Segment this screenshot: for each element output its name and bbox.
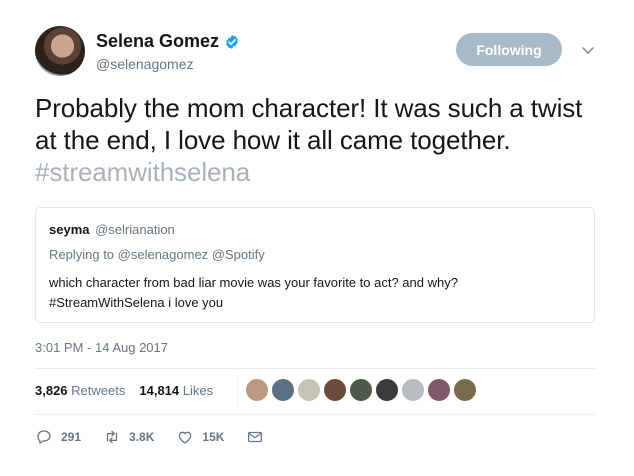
- replying-to: Replying to @selenagomez @Spotify: [49, 247, 265, 262]
- tweet-text: Probably the mom character! It was such …: [35, 92, 595, 188]
- divider: [35, 414, 595, 415]
- envelope-icon: [248, 431, 263, 443]
- retweets-label: Retweets: [71, 383, 126, 398]
- verified-badge-icon: [226, 34, 238, 49]
- likes-stat[interactable]: 14,814 Likes: [139, 383, 213, 398]
- liker-avatar[interactable]: [401, 378, 425, 402]
- liker-avatar[interactable]: [245, 378, 269, 402]
- quoted-handle[interactable]: @selrianation: [95, 222, 175, 237]
- chevron-down-icon[interactable]: [578, 40, 598, 60]
- liker-avatar[interactable]: [375, 378, 399, 402]
- quoted-text: which character from bad liar movie was …: [49, 273, 579, 313]
- divider: [35, 368, 595, 369]
- reply-action[interactable]: 291: [35, 428, 81, 446]
- avatar[interactable]: [35, 26, 85, 76]
- direct-message-action[interactable]: [246, 428, 264, 446]
- following-button[interactable]: Following: [456, 33, 562, 66]
- tweet-timestamp[interactable]: 3:01 PM - 14 Aug 2017: [35, 340, 168, 355]
- liker-avatar[interactable]: [453, 378, 477, 402]
- quoted-tweet[interactable]: seyma @selrianation Replying to @selenag…: [35, 207, 595, 323]
- quoted-text-line: #StreamWithSelena i love you: [49, 295, 224, 310]
- retweets-count: 3,826: [35, 383, 68, 398]
- likes-count: 14,814: [139, 383, 180, 398]
- retweet-icon: [106, 430, 118, 444]
- engagement-stats: 3,826 Retweets 14,814 Likes: [35, 383, 213, 398]
- user-handle[interactable]: @selenagomez: [96, 56, 194, 72]
- like-action[interactable]: 15K: [176, 428, 224, 446]
- quoted-text-line: which character from bad liar movie was …: [49, 275, 458, 290]
- retweets-stat[interactable]: 3,826 Retweets: [35, 383, 125, 398]
- tweet-actions: 291 3.8K 15K: [35, 428, 286, 446]
- tweet-body: Probably the mom character! It was such …: [35, 93, 583, 155]
- display-name[interactable]: Selena Gomez: [96, 31, 219, 52]
- liker-avatar[interactable]: [427, 378, 451, 402]
- quoted-name[interactable]: seyma: [49, 222, 89, 237]
- stats-separator: [237, 375, 238, 407]
- reply-count: 291: [61, 430, 82, 444]
- liker-avatar[interactable]: [297, 378, 321, 402]
- liker-avatars: [245, 378, 477, 402]
- liker-avatar[interactable]: [349, 378, 373, 402]
- like-count: 15K: [202, 430, 225, 444]
- quoted-author: seyma @selrianation: [49, 222, 175, 237]
- heart-icon: [179, 431, 192, 444]
- name-row: Selena Gomez: [96, 31, 240, 52]
- hashtag-link[interactable]: #streamwithselena: [35, 157, 250, 187]
- retweet-action[interactable]: 3.8K: [103, 428, 154, 446]
- tweet-header: Selena Gomez @selenagomez Following: [35, 26, 605, 78]
- likes-label: Likes: [182, 383, 214, 398]
- reply-icon: [37, 430, 51, 444]
- liker-avatar[interactable]: [323, 378, 347, 402]
- retweet-count: 3.8K: [129, 430, 155, 444]
- liker-avatar[interactable]: [271, 378, 295, 402]
